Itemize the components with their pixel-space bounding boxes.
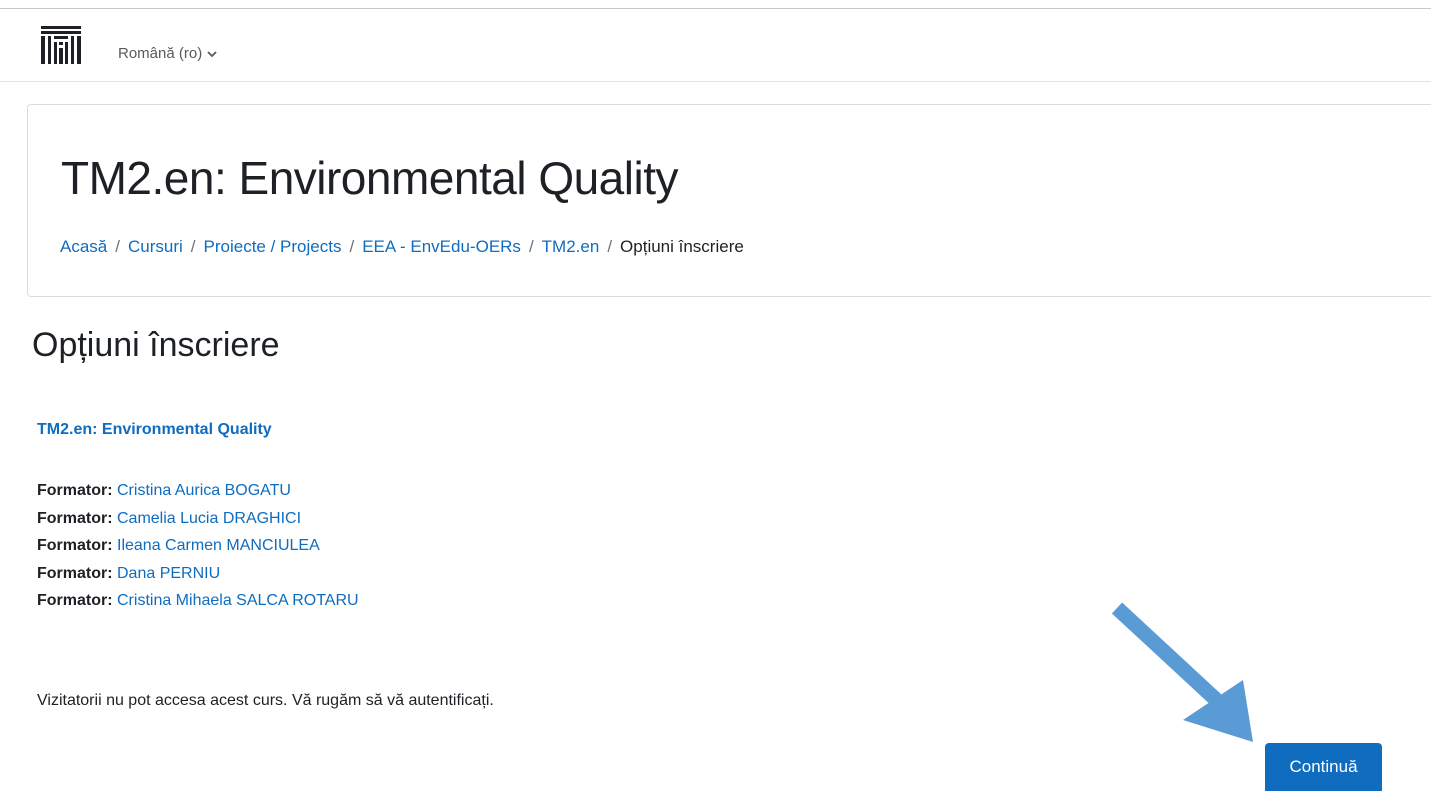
breadcrumb-item-course[interactable]: TM2.en — [542, 237, 600, 257]
breadcrumb-separator: / — [607, 237, 613, 256]
teacher-name-link[interactable]: Camelia Lucia DRAGHICI — [117, 510, 301, 527]
breadcrumb-item-home[interactable]: Acasă — [60, 237, 107, 257]
moodle-institution-logo-icon[interactable] — [40, 25, 82, 65]
teacher-row: Formator: Camelia Lucia DRAGHICI — [37, 505, 359, 533]
breadcrumb-separator: / — [349, 237, 355, 256]
page-header: TM2.en: Environmental Quality Acasă / Cu… — [27, 104, 1431, 297]
teacher-name-link[interactable]: Cristina Mihaela SALCA ROTARU — [117, 592, 359, 609]
teacher-name-link[interactable]: Dana PERNIU — [117, 565, 220, 582]
teacher-name-link[interactable]: Ileana Carmen MANCIULEA — [117, 537, 320, 554]
teacher-row: Formator: Cristina Aurica BOGATU — [37, 477, 359, 505]
language-menu[interactable]: Română (ro) — [118, 45, 217, 62]
breadcrumb-item-projects[interactable]: Proiecte / Projects — [204, 237, 342, 257]
breadcrumb-item-category[interactable]: EEA - EnvEdu-OERs — [362, 237, 521, 257]
teacher-list: Formator: Cristina Aurica BOGATU Formato… — [37, 477, 359, 615]
breadcrumb-separator: / — [528, 237, 534, 256]
teacher-role: Formator: — [37, 537, 117, 554]
section-title: Opțiuni înscriere — [32, 326, 280, 364]
teacher-row: Formator: Cristina Mihaela SALCA ROTARU — [37, 587, 359, 615]
annotation-arrow-icon — [1111, 602, 1253, 742]
chevron-down-icon[interactable] — [207, 50, 217, 58]
teacher-row: Formator: Ileana Carmen MANCIULEA — [37, 532, 359, 560]
course-link[interactable]: TM2.en: Environmental Quality — [37, 421, 272, 439]
navbar: Română (ro) — [0, 8, 1431, 82]
continue-button[interactable]: Continuă — [1265, 743, 1382, 791]
breadcrumb-separator: / — [115, 237, 120, 256]
teacher-role: Formator: — [37, 592, 117, 609]
teacher-name-link[interactable]: Cristina Aurica BOGATU — [117, 482, 291, 499]
teacher-role: Formator: — [37, 564, 117, 582]
page-title: TM2.en: Environmental Quality — [61, 152, 679, 204]
breadcrumb-item-courses[interactable]: Cursuri — [128, 237, 183, 257]
teacher-role: Formator: — [37, 509, 117, 527]
breadcrumb-item-current: Opțiuni înscriere — [620, 237, 744, 256]
language-label[interactable]: Română (ro) — [118, 45, 202, 62]
teacher-role: Formator: — [37, 482, 117, 499]
breadcrumb: Acasă / Cursuri / Proiecte / Projects / … — [60, 237, 744, 257]
breadcrumb-separator: / — [190, 237, 196, 256]
teacher-row: Formator: Dana PERNIU — [37, 560, 359, 588]
guest-access-notice: Vizitatorii nu pot accesa acest curs. Vă… — [37, 692, 494, 709]
